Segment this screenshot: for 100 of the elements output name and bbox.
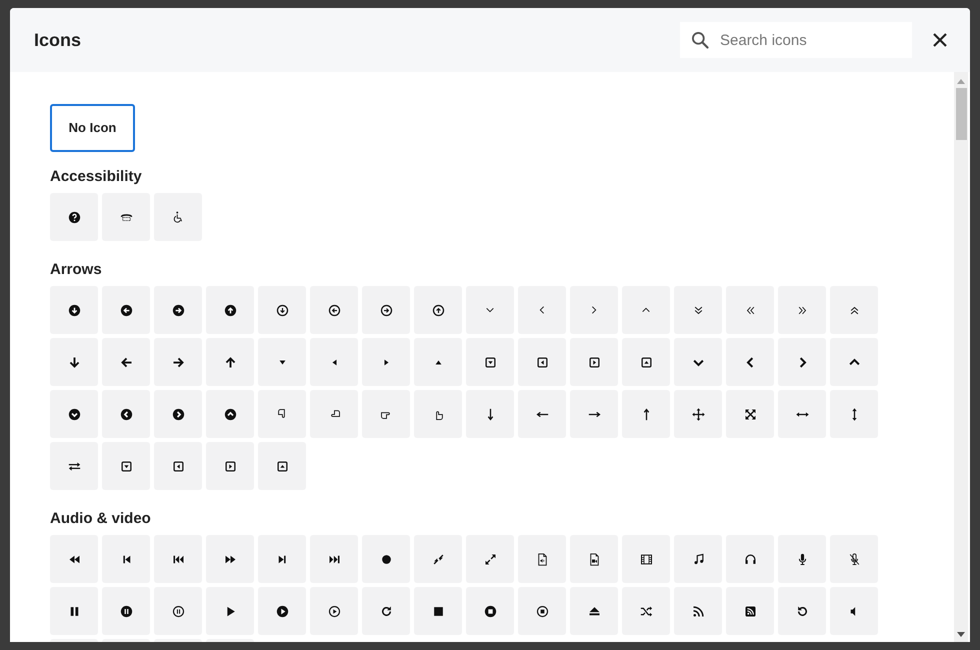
icon-tile[interactable]: [466, 535, 514, 583]
icon-tile[interactable]: [50, 587, 98, 635]
icon-tile[interactable]: [570, 338, 618, 386]
circle-chevron-down-icon: [66, 406, 82, 422]
icon-tile[interactable]: [206, 338, 254, 386]
icon-tile[interactable]: [310, 338, 358, 386]
icon-tile[interactable]: [50, 286, 98, 334]
icon-tile[interactable]: [778, 587, 826, 635]
icon-tile[interactable]: [726, 286, 774, 334]
icon-tile[interactable]: [206, 286, 254, 334]
icon-tile[interactable]: [310, 535, 358, 583]
icon-tile[interactable]: [622, 286, 670, 334]
icon-tile[interactable]: [778, 390, 826, 438]
icon-tile[interactable]: [154, 390, 202, 438]
icon-tile[interactable]: [362, 338, 410, 386]
icon-tile[interactable]: [622, 535, 670, 583]
scroll-down-icon[interactable]: [957, 632, 965, 638]
icon-tile[interactable]: [778, 286, 826, 334]
icon-tile[interactable]: [570, 535, 618, 583]
icon-tile[interactable]: [830, 286, 878, 334]
icon-tile[interactable]: [570, 390, 618, 438]
icon-tile[interactable]: [310, 587, 358, 635]
icon-tile[interactable]: [102, 286, 150, 334]
icon-tile[interactable]: [414, 390, 462, 438]
icon-tile[interactable]: [830, 390, 878, 438]
icon-tile[interactable]: [726, 338, 774, 386]
icon-tile[interactable]: [466, 390, 514, 438]
icon-tile[interactable]: [362, 390, 410, 438]
icon-tile[interactable]: [414, 535, 462, 583]
icon-tile[interactable]: [830, 338, 878, 386]
icon-tile[interactable]: [414, 587, 462, 635]
icon-tile[interactable]: [726, 390, 774, 438]
icon-tile[interactable]: [154, 535, 202, 583]
no-icon-button[interactable]: No Icon: [50, 104, 135, 152]
icon-tile[interactable]: [102, 587, 150, 635]
icon-tile[interactable]: [362, 587, 410, 635]
icon-tile[interactable]: [518, 286, 566, 334]
icon-tile[interactable]: [778, 338, 826, 386]
icon-tile[interactable]: [102, 442, 150, 490]
scrollbar-thumb[interactable]: [956, 88, 966, 140]
icon-tile[interactable]: [206, 587, 254, 635]
icon-tile[interactable]: [206, 390, 254, 438]
icon-tile[interactable]: [310, 286, 358, 334]
icon-tile[interactable]: [726, 587, 774, 635]
icon-tile[interactable]: [570, 587, 618, 635]
icon-tile[interactable]: [258, 442, 306, 490]
icon-tile[interactable]: [414, 286, 462, 334]
icon-tile[interactable]: [518, 587, 566, 635]
icon-tile[interactable]: [362, 286, 410, 334]
icon-tile[interactable]: [674, 390, 722, 438]
icon-tile[interactable]: [570, 286, 618, 334]
icon-tile[interactable]: [102, 193, 150, 241]
icon-tile[interactable]: [154, 442, 202, 490]
square-caret-left-icon: [534, 354, 550, 370]
icon-tile[interactable]: [258, 535, 306, 583]
icon-tile[interactable]: [622, 390, 670, 438]
search-field[interactable]: Search icons: [680, 22, 912, 58]
icon-tile[interactable]: [778, 535, 826, 583]
icon-tile[interactable]: [518, 390, 566, 438]
icon-tile[interactable]: [50, 338, 98, 386]
icon-tile[interactable]: [830, 587, 878, 635]
icon-tile[interactable]: [622, 587, 670, 635]
icon-tile[interactable]: [310, 390, 358, 438]
icon-tile[interactable]: [154, 193, 202, 241]
icon-tile[interactable]: [50, 442, 98, 490]
icon-tile[interactable]: [206, 535, 254, 583]
headphones-icon: [742, 552, 758, 566]
icon-tile[interactable]: [258, 587, 306, 635]
icon-tile[interactable]: [518, 535, 566, 583]
icon-tile[interactable]: [258, 286, 306, 334]
icon-tile[interactable]: [154, 338, 202, 386]
icon-tile[interactable]: [674, 535, 722, 583]
icon-tile[interactable]: [258, 338, 306, 386]
icon-tile[interactable]: [154, 286, 202, 334]
film-icon: [638, 552, 654, 566]
icon-tile[interactable]: [518, 338, 566, 386]
icon-tile[interactable]: [466, 338, 514, 386]
icon-tile[interactable]: [726, 535, 774, 583]
icon-tile[interactable]: [206, 442, 254, 490]
icon-tile[interactable]: [830, 535, 878, 583]
icon-tile[interactable]: [102, 535, 150, 583]
scrollbar[interactable]: [954, 72, 968, 642]
icon-tile[interactable]: [466, 587, 514, 635]
icon-tile[interactable]: [414, 338, 462, 386]
scroll-up-icon[interactable]: [957, 78, 965, 84]
section-title: Arrows: [50, 261, 103, 278]
icon-tile[interactable]: [258, 390, 306, 438]
square-caret-down-icon: [482, 354, 498, 370]
icon-tile[interactable]: [50, 193, 98, 241]
icon-tile[interactable]: [154, 587, 202, 635]
icon-tile[interactable]: [466, 286, 514, 334]
icon-tile[interactable]: [674, 587, 722, 635]
icon-tile[interactable]: [674, 286, 722, 334]
icon-tile[interactable]: [102, 390, 150, 438]
icon-tile[interactable]: [362, 535, 410, 583]
icon-tile[interactable]: [50, 390, 98, 438]
icon-tile[interactable]: [674, 338, 722, 386]
icon-tile[interactable]: [50, 535, 98, 583]
icon-tile[interactable]: [622, 338, 670, 386]
icon-tile[interactable]: [102, 338, 150, 386]
